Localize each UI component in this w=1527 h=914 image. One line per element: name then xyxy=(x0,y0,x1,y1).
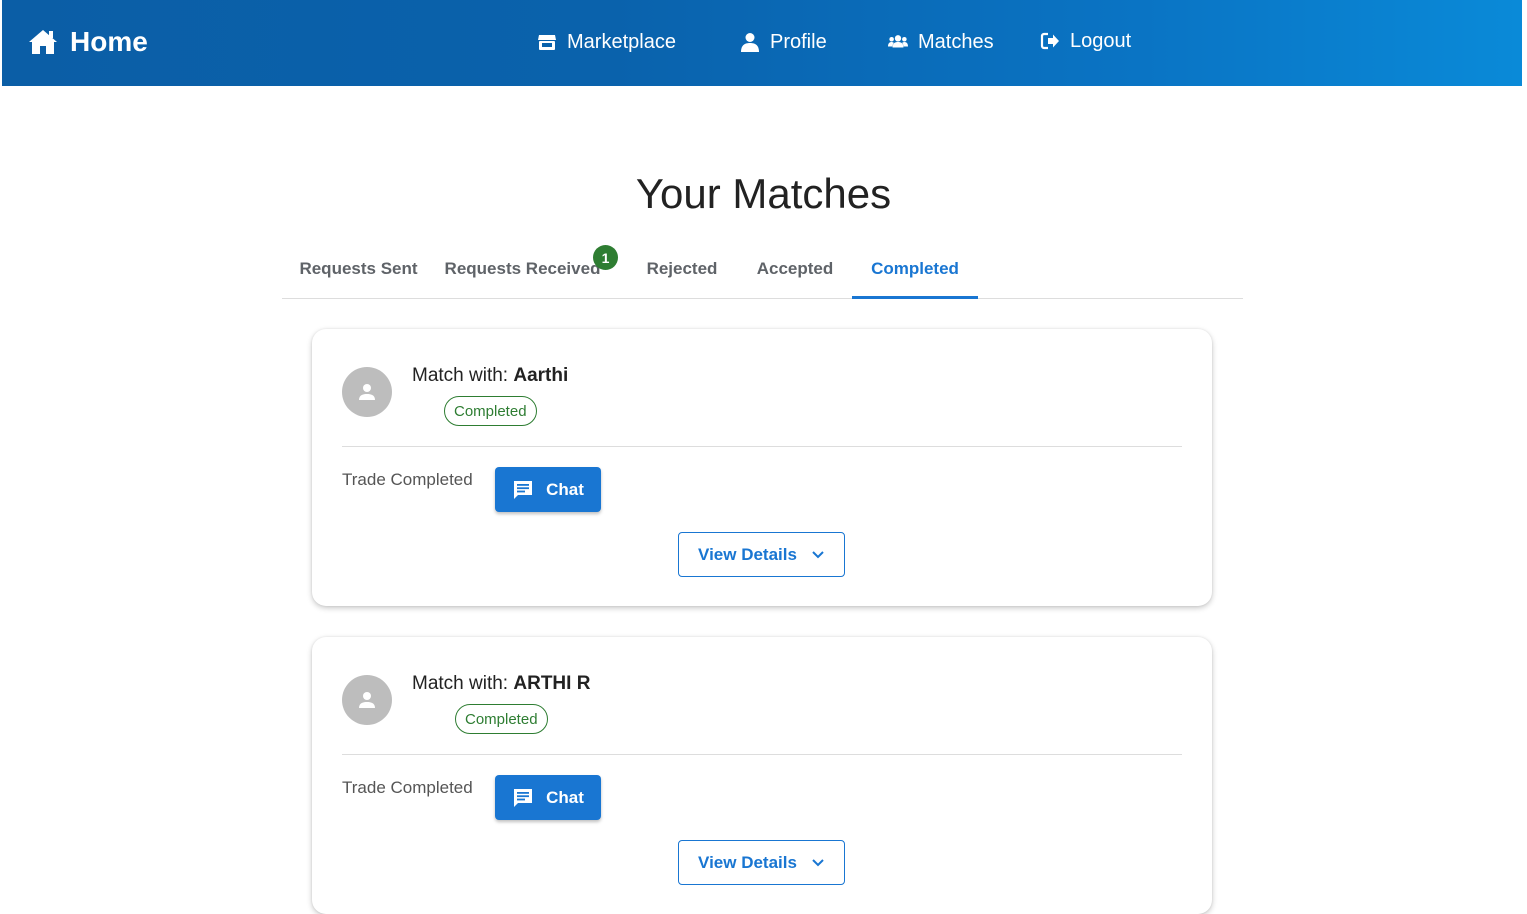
match-tabs: Requests Sent Requests Received 1 Reject… xyxy=(282,240,1243,299)
nav-home-label: Home xyxy=(70,26,148,57)
trade-status-text: Trade Completed xyxy=(342,778,473,797)
chat-icon xyxy=(514,480,533,499)
chat-button[interactable]: Chat xyxy=(495,775,601,820)
view-details-label: View Details xyxy=(698,544,797,564)
users-icon xyxy=(888,35,908,48)
chat-button-label: Chat xyxy=(546,479,584,499)
tab-label: Requests Received xyxy=(444,259,601,278)
home-icon xyxy=(29,30,57,54)
status-badge: Completed xyxy=(444,396,537,426)
tab-label: Completed xyxy=(871,259,959,278)
requests-received-badge: 1 xyxy=(593,245,618,270)
tab-label: Requests Sent xyxy=(299,259,418,278)
nav-home-link[interactable]: Home xyxy=(28,24,148,60)
top-navbar: Home Marketplace Profile Matches Logout xyxy=(2,0,1522,86)
match-prefix: Match with: xyxy=(412,365,514,386)
person-icon xyxy=(359,692,375,708)
store-icon xyxy=(538,35,556,50)
tab-label: Rejected xyxy=(646,259,718,278)
chat-button[interactable]: Chat xyxy=(495,467,601,512)
avatar xyxy=(342,675,392,725)
view-details-button[interactable]: View Details xyxy=(678,840,845,885)
chevron-down-icon xyxy=(812,858,824,866)
nav-logout-link[interactable]: Logout xyxy=(1040,27,1131,55)
match-title: Match with: ARTHI R xyxy=(412,673,590,695)
chat-icon xyxy=(514,788,533,807)
status-badge: Completed xyxy=(455,704,548,734)
match-title: Match with: Aarthi xyxy=(412,365,568,387)
nav-profile-label: Profile xyxy=(770,30,827,53)
tab-rejected[interactable]: Rejected xyxy=(626,240,738,298)
nav-matches-label: Matches xyxy=(918,30,994,53)
trade-status-text: Trade Completed xyxy=(342,470,473,489)
nav-logout-label: Logout xyxy=(1070,29,1132,52)
match-card: Match with: Aarthi Completed Trade Compl… xyxy=(312,329,1212,606)
page-title: Your Matches xyxy=(635,170,892,217)
match-name: ARTHI R xyxy=(513,673,591,694)
nav-marketplace-link[interactable]: Marketplace xyxy=(537,28,676,56)
logout-icon xyxy=(1040,32,1059,50)
chat-button-label: Chat xyxy=(546,787,584,807)
tab-requests-sent[interactable]: Requests Sent xyxy=(282,240,435,298)
view-details-label: View Details xyxy=(698,852,797,872)
tab-label: Accepted xyxy=(756,259,834,278)
view-details-button[interactable]: View Details xyxy=(678,532,845,577)
nav-marketplace-label: Marketplace xyxy=(567,30,676,53)
user-icon xyxy=(741,33,759,52)
match-name: Aarthi xyxy=(513,365,569,386)
chevron-down-icon xyxy=(812,550,824,558)
tab-accepted[interactable]: Accepted xyxy=(738,240,852,298)
match-card: Match with: ARTHI R Completed Trade Comp… xyxy=(312,637,1212,914)
card-divider xyxy=(342,446,1182,447)
avatar xyxy=(342,367,392,417)
person-icon xyxy=(359,384,375,400)
card-divider xyxy=(342,754,1182,755)
tab-requests-received[interactable]: Requests Received xyxy=(435,240,610,298)
nav-profile-link[interactable]: Profile xyxy=(740,28,827,56)
nav-matches-link[interactable]: Matches xyxy=(888,28,994,56)
match-prefix: Match with: xyxy=(412,673,514,694)
tab-completed[interactable]: Completed xyxy=(852,240,978,299)
